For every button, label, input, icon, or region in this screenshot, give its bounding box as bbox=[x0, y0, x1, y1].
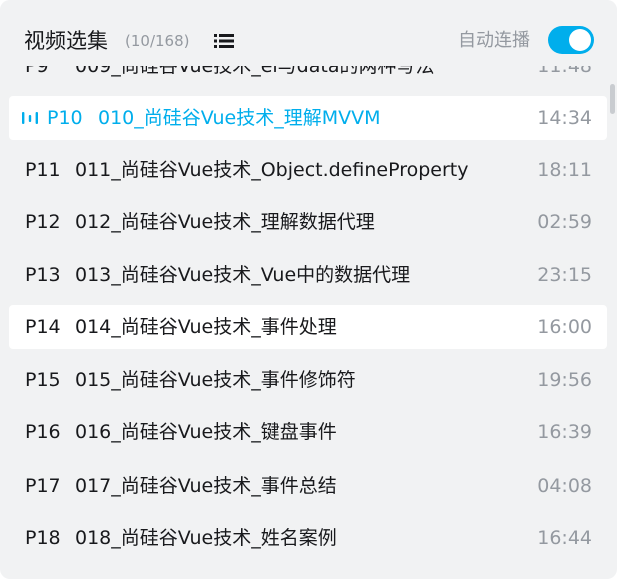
episode-number: P15 bbox=[25, 369, 61, 391]
video-playlist-panel: P9 009_尚硅谷Vue技术_el与data的两种写法 11:48 P10 0… bbox=[0, 0, 617, 579]
episode-item-p12[interactable]: P12 012_尚硅谷Vue技术_理解数据代理 02:59 bbox=[9, 200, 607, 244]
episode-title: 012_尚硅谷Vue技术_理解数据代理 bbox=[75, 211, 375, 233]
list-icon[interactable] bbox=[214, 33, 234, 49]
episode-number: P17 bbox=[25, 475, 61, 497]
episode-number: P13 bbox=[25, 264, 61, 286]
episode-count: (10/168) bbox=[125, 32, 190, 50]
episode-title: 014_尚硅谷Vue技术_事件处理 bbox=[75, 316, 337, 338]
episode-number: P18 bbox=[25, 527, 61, 549]
episode-item-p15[interactable]: P15 015_尚硅谷Vue技术_事件修饰符 19:56 bbox=[9, 358, 607, 402]
episode-duration: 02:59 bbox=[537, 211, 592, 233]
episode-item-p18[interactable]: P18 018_尚硅谷Vue技术_姓名案例 16:44 bbox=[9, 516, 607, 560]
episode-duration: 19:56 bbox=[537, 369, 592, 391]
episode-number: P14 bbox=[25, 316, 61, 338]
episode-number: P10 bbox=[47, 107, 83, 129]
episode-title: 010_尚硅谷Vue技术_理解MVVM bbox=[98, 107, 381, 129]
playlist-header: 视频选集 (10/168) 自动连播 bbox=[0, 0, 617, 66]
autoplay-toggle[interactable] bbox=[548, 26, 594, 54]
episode-list[interactable]: P9 009_尚硅谷Vue技术_el与data的两种写法 11:48 P10 0… bbox=[0, 40, 617, 579]
episode-number: P12 bbox=[25, 211, 61, 233]
episode-number: P16 bbox=[25, 421, 61, 443]
episode-title: 016_尚硅谷Vue技术_键盘事件 bbox=[75, 421, 337, 443]
episode-title: 011_尚硅谷Vue技术_Object.defineProperty bbox=[75, 159, 469, 181]
episode-item-p13[interactable]: P13 013_尚硅谷Vue技术_Vue中的数据代理 23:15 bbox=[9, 253, 607, 297]
episode-number: P11 bbox=[25, 159, 61, 181]
episode-duration: 04:08 bbox=[537, 475, 592, 497]
autoplay-label: 自动连播 bbox=[458, 30, 530, 51]
episode-item-p11[interactable]: P11 011_尚硅谷Vue技术_Object.defineProperty 1… bbox=[9, 148, 607, 192]
episode-item-p10[interactable]: P10 010_尚硅谷Vue技术_理解MVVM 14:34 bbox=[9, 96, 607, 140]
now-playing-icon bbox=[22, 112, 38, 124]
episode-duration: 18:11 bbox=[537, 159, 592, 181]
episode-duration: 16:44 bbox=[537, 527, 592, 549]
episode-duration: 16:39 bbox=[537, 421, 592, 443]
toggle-knob bbox=[569, 29, 591, 51]
episode-title: 018_尚硅谷Vue技术_姓名案例 bbox=[75, 527, 337, 549]
episode-title: 013_尚硅谷Vue技术_Vue中的数据代理 bbox=[75, 264, 411, 286]
episode-title: 017_尚硅谷Vue技术_事件总结 bbox=[75, 475, 337, 497]
episode-title: 015_尚硅谷Vue技术_事件修饰符 bbox=[75, 369, 356, 391]
episode-item-p14[interactable]: P14 014_尚硅谷Vue技术_事件处理 16:00 bbox=[9, 305, 607, 349]
episode-item-p17[interactable]: P17 017_尚硅谷Vue技术_事件总结 04:08 bbox=[9, 464, 607, 508]
episode-duration: 14:34 bbox=[537, 107, 592, 129]
episode-duration: 23:15 bbox=[537, 264, 592, 286]
scrollbar-thumb[interactable] bbox=[610, 84, 615, 114]
playlist-title: 视频选集 bbox=[24, 29, 108, 53]
episode-duration: 16:00 bbox=[537, 316, 592, 338]
episode-item-p16[interactable]: P16 016_尚硅谷Vue技术_键盘事件 16:39 bbox=[9, 410, 607, 454]
